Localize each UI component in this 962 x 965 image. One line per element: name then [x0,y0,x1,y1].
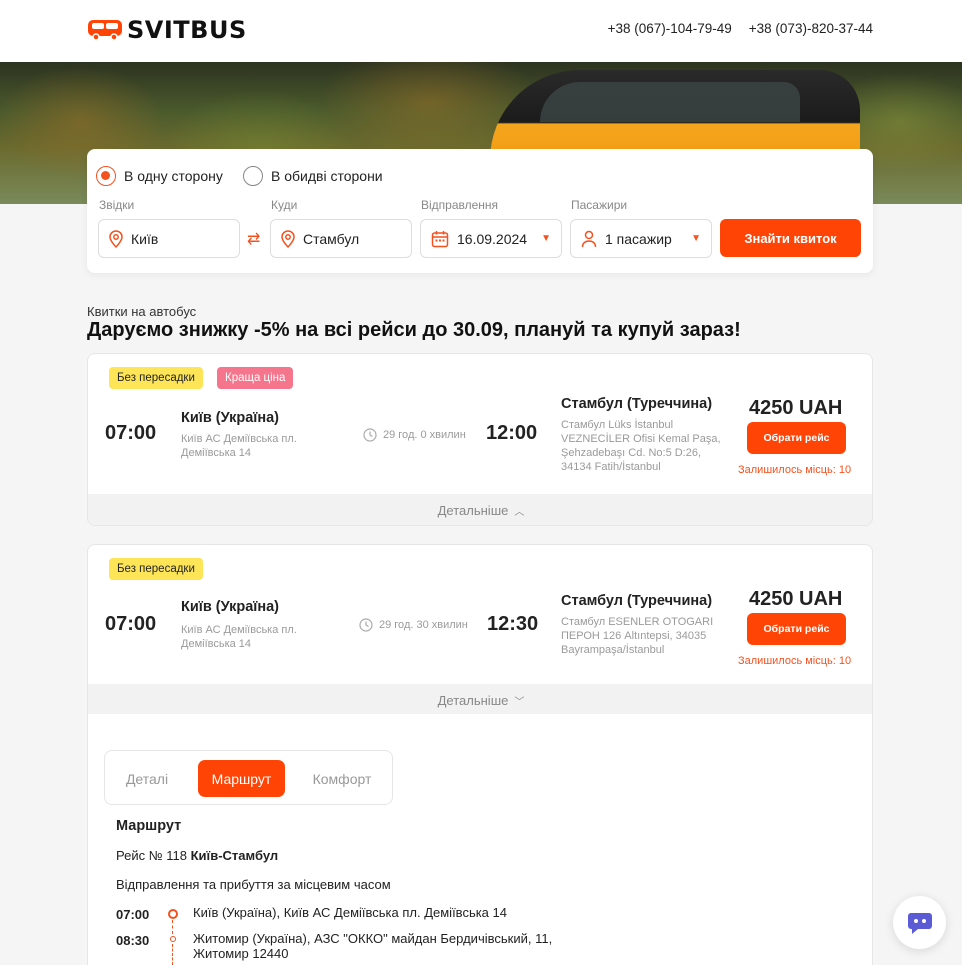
chevron-down-icon: ﹀ [514,696,525,708]
trip-price: 4250 UAH [749,588,843,610]
to-field[interactable]: Стамбул [270,219,412,258]
promo-headline: Даруємо знижку -5% на всі рейси до 30.09… [87,319,741,341]
arrive-city: Стамбул (Туреччина) [561,396,713,412]
stop-marker [168,909,178,919]
depart-time: 07:00 [105,613,157,635]
round-trip-label: В обидві сторони [271,168,383,184]
arrive-city: Стамбул (Туреччина) [561,593,713,609]
depart-address: Київ АС Деміївська пл. Деміївська 14 [181,624,297,650]
more-details-label: Детальніше [437,502,509,518]
hero-bus-window [540,82,800,122]
select-trip-button[interactable]: Обрати рейс [747,613,846,645]
arrive-time: 12:30 [487,613,539,635]
trip-details-panel: Деталі Маршрут Комфорт Маршрут Рейс № 11… [87,714,873,965]
route-title: Маршрут [116,818,182,834]
date-label: Відправлення [421,198,499,212]
details-tabs: Деталі Маршрут Комфорт [104,750,393,805]
trip-duration: 29 год. 30 хвилин [359,618,468,632]
badge-direct: Без пересадки [109,558,203,580]
duration-text: 29 год. 30 хвилин [379,619,468,631]
to-label: Куди [271,198,298,212]
round-trip-option[interactable]: В обидві сторони [243,166,383,186]
stop-text: Житомир (Україна), АЗС "ОККО" майдан Бер… [193,931,553,961]
phone-list: +38 (067)-104-79-49 +38 (073)-820-37-44 [608,21,873,36]
route-connector [172,944,173,965]
promo-subtitle: Квитки на автобус [87,304,197,319]
from-label: Звідки [99,198,135,212]
stop-marker [170,936,176,942]
search-form: В одну сторону В обидві сторони Звідки К… [87,149,873,273]
one-way-option[interactable]: В одну сторону [96,166,223,186]
passengers-value: 1 пасажир [605,230,672,247]
depart-city: Київ (Україна) [181,410,279,426]
route-name: Київ-Стамбул [190,848,279,863]
arrive-address: Стамбул ESENLER OTOGARI ПЕРОН 126 Altınt… [561,616,714,656]
stop-time: 07:00 [116,907,150,922]
duration-text: 29 год. 0 хвилин [383,429,466,441]
phone-link-1[interactable]: +38 (067)-104-79-49 [608,21,732,36]
tab-comfort[interactable]: Комфорт [303,760,381,797]
arrive-time: 12:00 [486,422,538,444]
logo-text: SVITBUS [127,16,247,44]
chevron-up-icon: ︿ [514,506,525,518]
trip-duration: 29 год. 0 хвилин [363,428,466,442]
calendar-icon [431,230,449,247]
trip-card: Без пересадки 07:00 Київ (Україна) Київ … [87,544,873,716]
route-number: Рейс № 118 Київ-Стамбул [116,848,278,863]
user-icon [581,230,597,247]
route-connector [172,920,173,934]
from-field[interactable]: Київ [98,219,240,258]
select-trip-button[interactable]: Обрати рейс [747,422,846,454]
site-header: SVITBUS +38 (067)-104-79-49 +38 (073)-82… [0,0,962,62]
more-details-toggle[interactable]: Детальніше ︿ [88,494,872,525]
one-way-radio[interactable] [96,166,116,186]
badge-best-price: Краща ціна [217,367,294,389]
date-value: 16.09.2024 [457,230,528,247]
round-trip-radio[interactable] [243,166,263,186]
chevron-down-icon: ▼ [691,233,701,244]
swap-directions-icon[interactable]: ⇄ [247,229,260,249]
depart-address: Київ АС Деміївська пл. Деміївська 14 [181,433,297,459]
one-way-label: В одну сторону [124,168,223,184]
more-details-toggle[interactable]: Детальніше ﹀ [88,684,872,716]
tab-details[interactable]: Деталі [114,760,180,797]
chat-widget-button[interactable] [893,896,946,949]
tab-route[interactable]: Маршрут [198,760,285,797]
stop-text: Київ (Україна), Київ АС Деміївська пл. Д… [193,905,507,920]
to-value: Стамбул [303,230,360,247]
passengers-field[interactable]: 1 пасажир ▼ [570,219,712,258]
seats-left: Залишилось місць: 10 [738,655,852,667]
arrive-address: Стамбул Lüks İstanbul VEZNECİLER Ofisi K… [561,419,721,473]
location-pin-icon [109,229,123,248]
trip-price: 4250 UAH [749,397,843,419]
stop-time: 08:30 [116,933,150,948]
more-details-label: Детальніше [437,692,509,708]
date-field[interactable]: 16.09.2024 ▼ [420,219,562,258]
seats-left: Залишилось місць: 10 [738,464,852,476]
depart-city: Київ (Україна) [181,599,279,615]
phone-link-2[interactable]: +38 (073)-820-37-44 [749,21,873,36]
chat-bot-icon [907,912,932,934]
clock-icon [359,618,373,632]
depart-time: 07:00 [105,422,157,444]
location-pin-icon [281,229,295,248]
clock-icon [363,428,377,442]
route-note: Відправлення та прибуття за місцевим час… [116,877,391,892]
route-prefix: Рейс № 118 [116,848,187,863]
chevron-down-icon: ▼ [541,233,551,244]
badge-direct: Без пересадки [109,367,203,389]
logo[interactable]: SVITBUS [87,16,247,44]
trip-card: Без пересадки Краща ціна 07:00 Київ (Укр… [87,353,873,526]
bus-logo-icon [88,20,122,41]
passengers-label: Пасажири [571,198,628,212]
from-value: Київ [131,230,159,247]
find-ticket-button[interactable]: Знайти квиток [720,219,861,257]
